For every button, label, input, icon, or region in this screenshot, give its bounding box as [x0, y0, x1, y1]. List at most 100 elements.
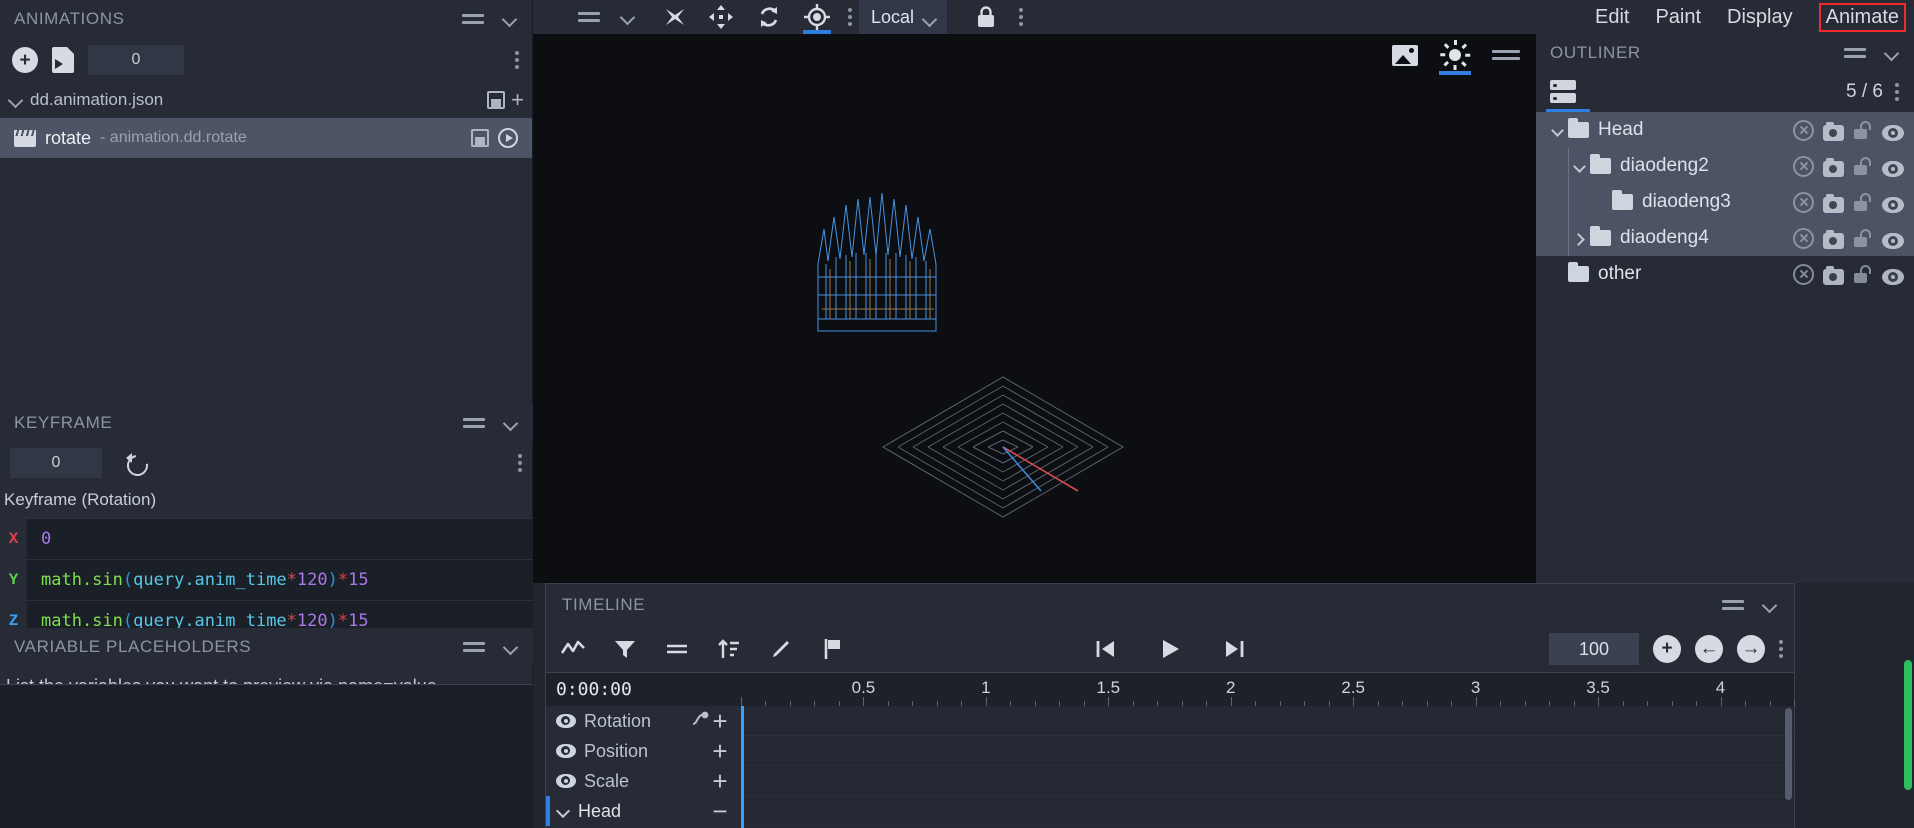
- reset-icon[interactable]: [124, 451, 148, 475]
- collapse-group-button[interactable]: −: [709, 798, 731, 824]
- timeline-lane[interactable]: [741, 706, 1794, 736]
- outliner-row-head[interactable]: Head: [1536, 112, 1914, 148]
- outliner-row-diaodeng4[interactable]: diaodeng4: [1536, 220, 1914, 256]
- lighting-icon[interactable]: [1439, 40, 1471, 75]
- visibility-icon[interactable]: [556, 774, 576, 788]
- timeline-lane[interactable]: [741, 736, 1794, 766]
- unlock-icon[interactable]: [1853, 264, 1873, 284]
- menu-item-paint[interactable]: Paint: [1655, 6, 1701, 29]
- disable-icon[interactable]: [1793, 227, 1814, 249]
- hamburger-icon[interactable]: [463, 641, 485, 653]
- menu-item-edit[interactable]: Edit: [1595, 6, 1629, 29]
- visibility-icon[interactable]: [556, 744, 576, 758]
- channel-expression-input-x[interactable]: 0: [27, 529, 533, 549]
- kebab-icon[interactable]: [1895, 80, 1900, 104]
- hamburger-icon[interactable]: [463, 417, 485, 429]
- visibility-icon[interactable]: [1882, 197, 1904, 213]
- add-keyframe-button[interactable]: +: [709, 738, 731, 764]
- step-forward-icon[interactable]: →: [1737, 635, 1765, 663]
- visibility-icon[interactable]: [1882, 233, 1904, 249]
- chevron-down-icon[interactable]: [1762, 597, 1778, 613]
- hamburger-icon[interactable]: [578, 11, 600, 23]
- animation-counter-field[interactable]: 0: [88, 45, 184, 75]
- channel-expression-input-y[interactable]: math.sin(query.anim_time*120)*15: [27, 570, 533, 590]
- unlock-icon[interactable]: [1853, 192, 1873, 212]
- transform-space-dropdown[interactable]: Local: [859, 0, 948, 34]
- save-icon[interactable]: [487, 91, 506, 109]
- kebab-icon[interactable]: [1779, 637, 1784, 661]
- kebab-icon[interactable]: [1019, 5, 1024, 29]
- animation-list-item[interactable]: rotate - animation.dd.rotate: [0, 118, 532, 158]
- step-back-icon[interactable]: ←: [1695, 635, 1723, 663]
- camera-icon[interactable]: [1823, 230, 1844, 249]
- list-view-icon[interactable]: [1550, 79, 1576, 105]
- filter-icon[interactable]: [610, 636, 640, 662]
- sort-icon[interactable]: [714, 636, 744, 662]
- disable-icon[interactable]: [1793, 155, 1814, 177]
- chevron-down-icon[interactable]: [556, 803, 572, 819]
- timeline-playhead[interactable]: [741, 706, 744, 828]
- unlock-icon[interactable]: [1853, 156, 1873, 176]
- interpolation-icon[interactable]: [662, 636, 692, 662]
- chevron-down-icon[interactable]: [502, 11, 518, 27]
- timeline-ruler[interactable]: 0:00:00 0.5 1 1.5 2 2.5 3 3.5 4: [546, 672, 1795, 706]
- graph-editor-icon[interactable]: [558, 636, 588, 662]
- kebab-icon[interactable]: [518, 451, 523, 475]
- chevron-down-icon[interactable]: [620, 9, 636, 25]
- kebab-icon[interactable]: [848, 5, 853, 29]
- timeline-track-scale[interactable]: Scale +: [546, 766, 741, 796]
- timeline-track-head[interactable]: Head −: [546, 796, 741, 826]
- timeline-lane[interactable]: [741, 796, 1794, 826]
- flag-icon[interactable]: [818, 636, 848, 662]
- add-keyframe-button[interactable]: +: [709, 708, 731, 734]
- unlock-icon[interactable]: [1853, 228, 1873, 248]
- outliner-scrollbar[interactable]: [1904, 660, 1912, 790]
- camera-icon[interactable]: [1823, 266, 1844, 285]
- chevron-down-icon[interactable]: [1546, 125, 1568, 136]
- hamburger-icon[interactable]: [462, 13, 484, 25]
- chevron-down-icon[interactable]: [503, 415, 519, 431]
- curve-icon[interactable]: [691, 711, 709, 732]
- timeline-lane[interactable]: [741, 766, 1794, 796]
- kebab-icon[interactable]: [515, 48, 520, 72]
- unlock-icon[interactable]: [1853, 120, 1873, 140]
- image-icon[interactable]: [1392, 44, 1418, 66]
- move-tool-icon[interactable]: [704, 2, 738, 32]
- chevron-down-icon[interactable]: [1568, 161, 1590, 172]
- timeline-track-rotation[interactable]: Rotation +: [546, 706, 741, 736]
- pivot-tool-icon[interactable]: [800, 2, 834, 34]
- chevron-right-icon[interactable]: [1568, 233, 1590, 244]
- rotate-tool-icon[interactable]: [752, 2, 786, 32]
- visibility-icon[interactable]: [1882, 161, 1904, 177]
- timeline-fps-field[interactable]: 100: [1549, 633, 1639, 665]
- skip-to-end-icon[interactable]: [1219, 636, 1249, 662]
- animation-file-row[interactable]: dd.animation.json +: [0, 82, 532, 118]
- play-animation-icon[interactable]: [498, 128, 518, 148]
- disable-icon[interactable]: [1793, 263, 1814, 285]
- timeline-scrollbar[interactable]: [1785, 708, 1792, 800]
- visibility-icon[interactable]: [1882, 125, 1904, 141]
- lock-icon[interactable]: [969, 2, 1003, 32]
- hamburger-icon[interactable]: [1722, 599, 1744, 611]
- camera-icon[interactable]: [1823, 158, 1844, 177]
- outliner-row-diaodeng3[interactable]: diaodeng3: [1536, 184, 1914, 220]
- visibility-icon[interactable]: [556, 714, 576, 728]
- disable-icon[interactable]: [1793, 119, 1814, 141]
- hamburger-icon[interactable]: [1844, 47, 1866, 59]
- camera-icon[interactable]: [1823, 122, 1844, 141]
- 3d-viewport[interactable]: [533, 34, 1536, 583]
- timeline-track-position[interactable]: Position +: [546, 736, 741, 766]
- chevron-down-icon[interactable]: [503, 639, 519, 655]
- import-animation-icon[interactable]: [52, 47, 74, 73]
- skip-to-start-icon[interactable]: [1091, 636, 1121, 662]
- add-icon[interactable]: +: [1653, 635, 1681, 663]
- pencil-icon[interactable]: [766, 636, 796, 662]
- outliner-row-diaodeng2[interactable]: diaodeng2: [1536, 148, 1914, 184]
- keyframe-index-field[interactable]: 0: [10, 448, 102, 478]
- outliner-row-other[interactable]: other: [1536, 256, 1914, 292]
- select-tool-icon[interactable]: [658, 2, 692, 32]
- chevron-down-icon[interactable]: [1884, 45, 1900, 61]
- menu-item-animate[interactable]: Animate: [1818, 2, 1906, 32]
- add-icon[interactable]: +: [511, 89, 524, 111]
- add-animation-button[interactable]: +: [12, 47, 38, 73]
